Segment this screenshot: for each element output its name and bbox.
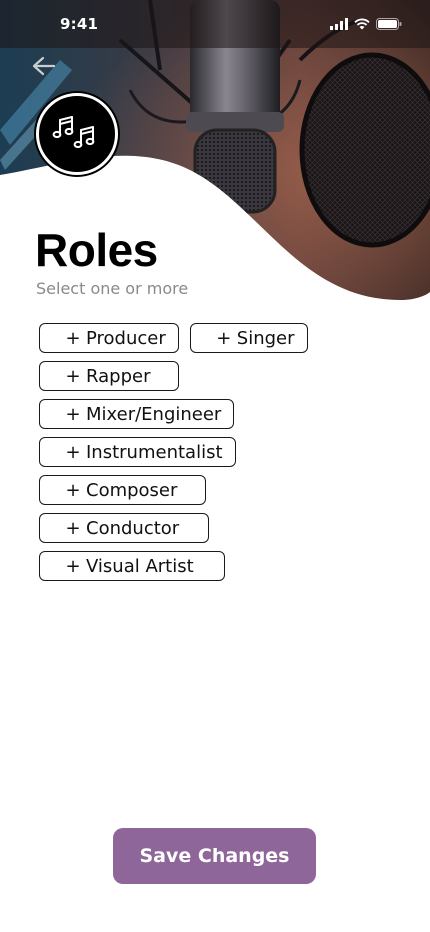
- roles-row: + Instrumentalist: [39, 437, 399, 467]
- role-label: Singer: [236, 327, 295, 349]
- role-chip-composer[interactable]: + Composer: [39, 475, 206, 505]
- role-label: Rapper: [86, 365, 151, 387]
- page-title: Roles: [35, 224, 158, 276]
- plus-icon: +: [65, 441, 81, 463]
- role-chip-visual-artist[interactable]: + Visual Artist: [39, 551, 225, 581]
- role-chip-mixer-engineer[interactable]: + Mixer/Engineer: [39, 399, 235, 429]
- roles-row: + Composer: [39, 475, 399, 505]
- role-chip-producer[interactable]: + Producer: [39, 323, 179, 353]
- role-label: Conductor: [86, 517, 180, 539]
- plus-icon: +: [65, 479, 81, 501]
- roles-row: + Conductor: [39, 513, 399, 543]
- plus-icon: +: [65, 517, 81, 539]
- role-chip-singer[interactable]: + Singer: [189, 323, 308, 353]
- save-changes-button[interactable]: Save Changes: [113, 828, 316, 884]
- back-arrow-icon[interactable]: [30, 55, 56, 77]
- role-label: Visual Artist: [86, 555, 194, 577]
- status-icons: [330, 18, 402, 30]
- plus-icon: +: [216, 327, 232, 349]
- role-label: Mixer/Engineer: [86, 403, 222, 425]
- status-bar: 9:41: [0, 0, 430, 48]
- role-label: Producer: [86, 327, 166, 349]
- role-label: Composer: [86, 479, 178, 501]
- roles-row: + Visual Artist: [39, 551, 399, 581]
- roles-row: + Rapper: [39, 361, 399, 391]
- roles-list: + Producer + Singer + Rapper + Mixer/Eng…: [39, 323, 399, 589]
- cellular-signal-icon: [330, 18, 348, 30]
- roles-row: + Mixer/Engineer: [39, 399, 399, 429]
- role-chip-conductor[interactable]: + Conductor: [39, 513, 209, 543]
- plus-icon: +: [65, 365, 81, 387]
- plus-icon: +: [65, 555, 81, 577]
- status-time: 9:41: [60, 15, 99, 33]
- page-subtitle: Select one or more: [36, 279, 189, 298]
- role-label: Instrumentalist: [86, 441, 223, 463]
- plus-icon: +: [65, 403, 81, 425]
- role-chip-rapper[interactable]: + Rapper: [39, 361, 179, 391]
- roles-row: + Producer + Singer: [39, 323, 399, 353]
- music-notes-icon: [51, 106, 103, 162]
- plus-icon: +: [65, 327, 81, 349]
- battery-icon: [376, 18, 402, 30]
- avatar[interactable]: [36, 93, 118, 175]
- wifi-icon: [354, 18, 370, 30]
- role-chip-instrumentalist[interactable]: + Instrumentalist: [39, 437, 236, 467]
